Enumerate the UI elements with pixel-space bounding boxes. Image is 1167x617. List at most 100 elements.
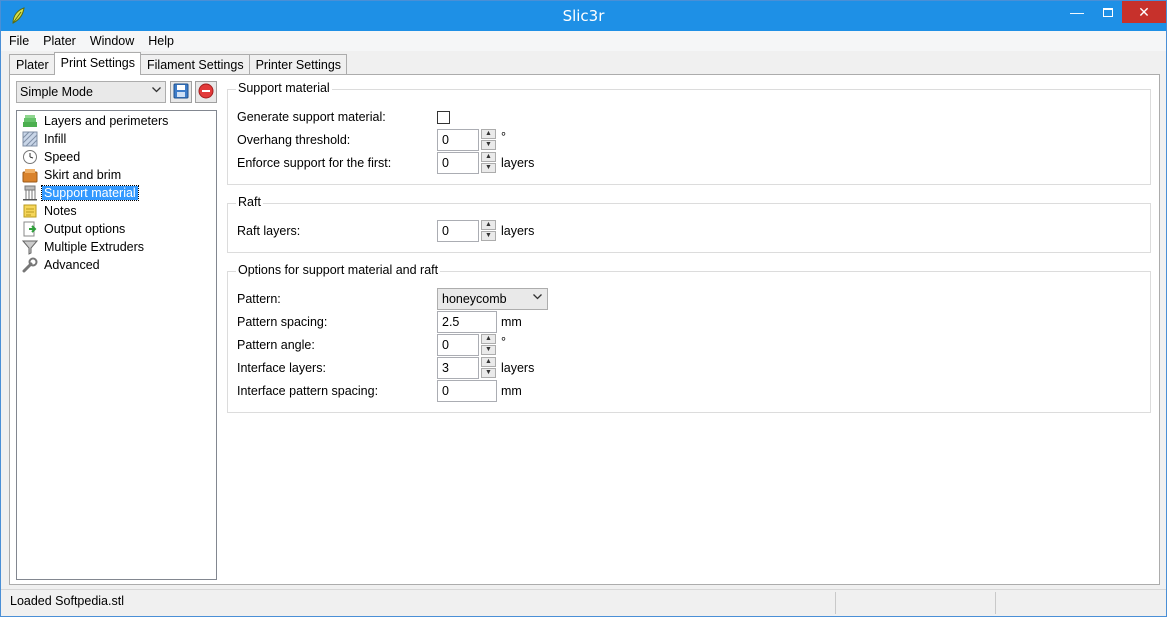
pattern-spacing-label: Pattern spacing: bbox=[237, 315, 328, 329]
menu-bar: File Plater Window Help bbox=[1, 31, 1166, 51]
tree-item-support[interactable]: Support material bbox=[22, 184, 139, 202]
status-bar: Loaded Softpedia.stl bbox=[1, 589, 1166, 616]
support-icon bbox=[22, 185, 38, 201]
tree-item-notes[interactable]: Notes bbox=[22, 202, 79, 220]
save-preset-button[interactable] bbox=[170, 81, 192, 103]
overhang-threshold-unit: ° bbox=[501, 130, 506, 144]
tree-label: Output options bbox=[44, 222, 126, 236]
menu-help[interactable]: Help bbox=[140, 31, 180, 51]
generate-support-checkbox[interactable] bbox=[437, 111, 450, 124]
group-title: Support material bbox=[236, 81, 332, 95]
tree-label: Notes bbox=[44, 204, 77, 218]
tree-item-speed[interactable]: Speed bbox=[22, 148, 82, 166]
support-material-group: Support material bbox=[227, 81, 1151, 185]
raft-layers-input[interactable]: 0 bbox=[437, 220, 479, 242]
group-title: Raft bbox=[236, 195, 263, 209]
infill-icon bbox=[22, 131, 38, 147]
title-bar: Slic3r — ✕ bbox=[1, 1, 1166, 31]
tree-label: Infill bbox=[44, 132, 67, 146]
enforce-support-unit: layers bbox=[501, 156, 535, 170]
spin-up-icon[interactable]: ▲ bbox=[481, 357, 496, 367]
delete-preset-button[interactable] bbox=[195, 81, 217, 103]
spin-down-icon[interactable]: ▼ bbox=[481, 231, 496, 241]
overhang-threshold-input[interactable]: 0 bbox=[437, 129, 479, 151]
tree-item-output[interactable]: Output options bbox=[22, 220, 127, 238]
status-divider bbox=[995, 592, 996, 614]
pattern-angle-spinner[interactable]: 0 ▲ ▼ bbox=[437, 334, 496, 356]
tree-label: Advanced bbox=[44, 258, 100, 272]
pattern-label: Pattern: bbox=[237, 292, 281, 306]
pattern-angle-unit: ° bbox=[501, 335, 506, 349]
settings-tree: Layers and perimeters Infill Speed Skirt… bbox=[16, 110, 217, 580]
delete-icon bbox=[198, 83, 214, 102]
raft-layers-spinner[interactable]: 0 ▲ ▼ bbox=[437, 220, 496, 242]
chevron-down-icon bbox=[533, 292, 542, 303]
save-icon bbox=[173, 83, 189, 102]
pattern-spacing-input[interactable]: 2.5 bbox=[437, 311, 497, 333]
pattern-select[interactable]: honeycomb bbox=[437, 288, 548, 310]
tree-item-infill[interactable]: Infill bbox=[22, 130, 68, 148]
status-divider bbox=[835, 592, 836, 614]
raft-layers-label: Raft layers: bbox=[237, 224, 301, 238]
raft-layers-unit: layers bbox=[501, 224, 535, 238]
interface-layers-label: Interface layers: bbox=[237, 361, 326, 375]
tab-printer-settings[interactable]: Printer Settings bbox=[248, 54, 348, 75]
overhang-threshold-spinner[interactable]: 0 ▲ ▼ bbox=[437, 129, 496, 151]
tab-plater[interactable]: Plater bbox=[9, 54, 55, 75]
spin-down-icon[interactable]: ▼ bbox=[481, 163, 496, 173]
menu-file[interactable]: File bbox=[1, 31, 35, 51]
spin-down-icon[interactable]: ▼ bbox=[481, 140, 496, 150]
tab-strip: Plater Print Settings Filament Settings … bbox=[9, 52, 348, 75]
output-icon bbox=[22, 221, 38, 237]
spin-up-icon[interactable]: ▲ bbox=[481, 152, 496, 162]
spin-down-icon[interactable]: ▼ bbox=[481, 368, 496, 378]
interface-spacing-label: Interface pattern spacing: bbox=[237, 384, 379, 398]
mode-select[interactable]: Simple Mode bbox=[16, 81, 166, 103]
skirt-icon bbox=[22, 167, 38, 183]
enforce-support-label: Enforce support for the first: bbox=[237, 156, 392, 170]
maximize-button[interactable] bbox=[1094, 1, 1122, 23]
overhang-threshold-label: Overhang threshold: bbox=[237, 133, 351, 147]
tree-item-extruders[interactable]: Multiple Extruders bbox=[21, 238, 146, 256]
tree-label: Support material bbox=[41, 185, 139, 201]
status-text: Loaded Softpedia.stl bbox=[10, 594, 124, 608]
pattern-angle-input[interactable]: 0 bbox=[437, 334, 479, 356]
close-button[interactable]: ✕ bbox=[1122, 1, 1166, 23]
spin-up-icon[interactable]: ▲ bbox=[481, 334, 496, 344]
minimize-button[interactable]: — bbox=[1060, 1, 1094, 23]
tree-item-advanced[interactable]: Advanced bbox=[22, 256, 102, 274]
spin-up-icon[interactable]: ▲ bbox=[481, 220, 496, 230]
tree-label: Skirt and brim bbox=[44, 168, 122, 182]
wrench-icon bbox=[22, 257, 38, 273]
speed-icon bbox=[22, 149, 38, 165]
interface-spacing-input[interactable]: 0 bbox=[437, 380, 497, 402]
notes-icon bbox=[22, 203, 38, 219]
layers-icon bbox=[22, 113, 38, 129]
pattern-select-value: honeycomb bbox=[442, 292, 507, 306]
app-window: Slic3r — ✕ File Plater Window Help Plate… bbox=[0, 0, 1167, 617]
generate-support-label: Generate support material: bbox=[237, 110, 386, 124]
tab-print-settings[interactable]: Print Settings bbox=[53, 52, 141, 75]
tab-filament-settings[interactable]: Filament Settings bbox=[140, 54, 250, 75]
interface-spacing-unit: mm bbox=[501, 384, 522, 398]
minimize-icon: — bbox=[1070, 4, 1084, 20]
interface-layers-unit: layers bbox=[501, 361, 535, 375]
spin-up-icon[interactable]: ▲ bbox=[481, 129, 496, 139]
raft-group: Raft bbox=[227, 195, 1151, 253]
tree-item-layers[interactable]: Layers and perimeters bbox=[22, 112, 170, 130]
enforce-support-spinner[interactable]: 0 ▲ ▼ bbox=[437, 152, 496, 174]
interface-layers-input[interactable]: 3 bbox=[437, 357, 479, 379]
tree-label: Multiple Extruders bbox=[44, 240, 145, 254]
tree-label: Layers and perimeters bbox=[44, 114, 169, 128]
tree-item-skirt[interactable]: Skirt and brim bbox=[22, 166, 123, 184]
window-title: Slic3r bbox=[562, 7, 605, 25]
maximize-icon bbox=[1103, 7, 1113, 17]
spin-down-icon[interactable]: ▼ bbox=[481, 345, 496, 355]
interface-layers-spinner[interactable]: 3 ▲ ▼ bbox=[437, 357, 496, 379]
extruders-icon bbox=[21, 239, 39, 255]
chevron-down-icon bbox=[152, 85, 161, 96]
menu-window[interactable]: Window bbox=[82, 31, 140, 51]
tree-label: Speed bbox=[44, 150, 81, 164]
enforce-support-input[interactable]: 0 bbox=[437, 152, 479, 174]
menu-plater[interactable]: Plater bbox=[35, 31, 82, 51]
